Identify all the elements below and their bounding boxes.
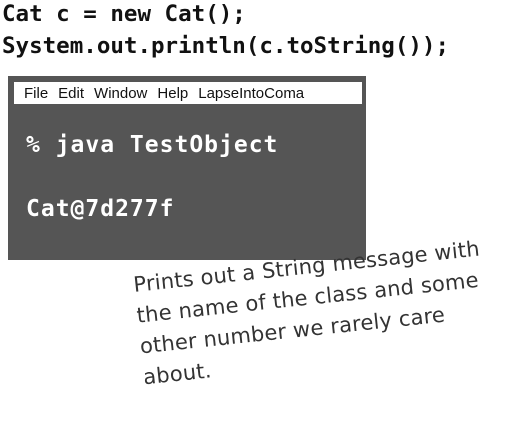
terminal-command: % java TestObject — [26, 132, 279, 158]
menu-lapseintocoma[interactable]: LapseIntoComa — [198, 85, 304, 102]
terminal-window: File Edit Window Help LapseIntoComa % ja… — [8, 76, 366, 260]
menu-help[interactable]: Help — [157, 85, 188, 102]
code-line-2: System.out.println(c.toString()); — [2, 33, 450, 59]
menu-edit[interactable]: Edit — [58, 85, 84, 102]
menu-window[interactable]: Window — [94, 85, 147, 102]
code-line-1: Cat c = new Cat(); — [2, 1, 246, 27]
menu-bar: File Edit Window Help LapseIntoComa — [14, 82, 362, 104]
terminal-output: Cat@7d277f — [26, 196, 175, 222]
menu-file[interactable]: File — [24, 85, 48, 102]
